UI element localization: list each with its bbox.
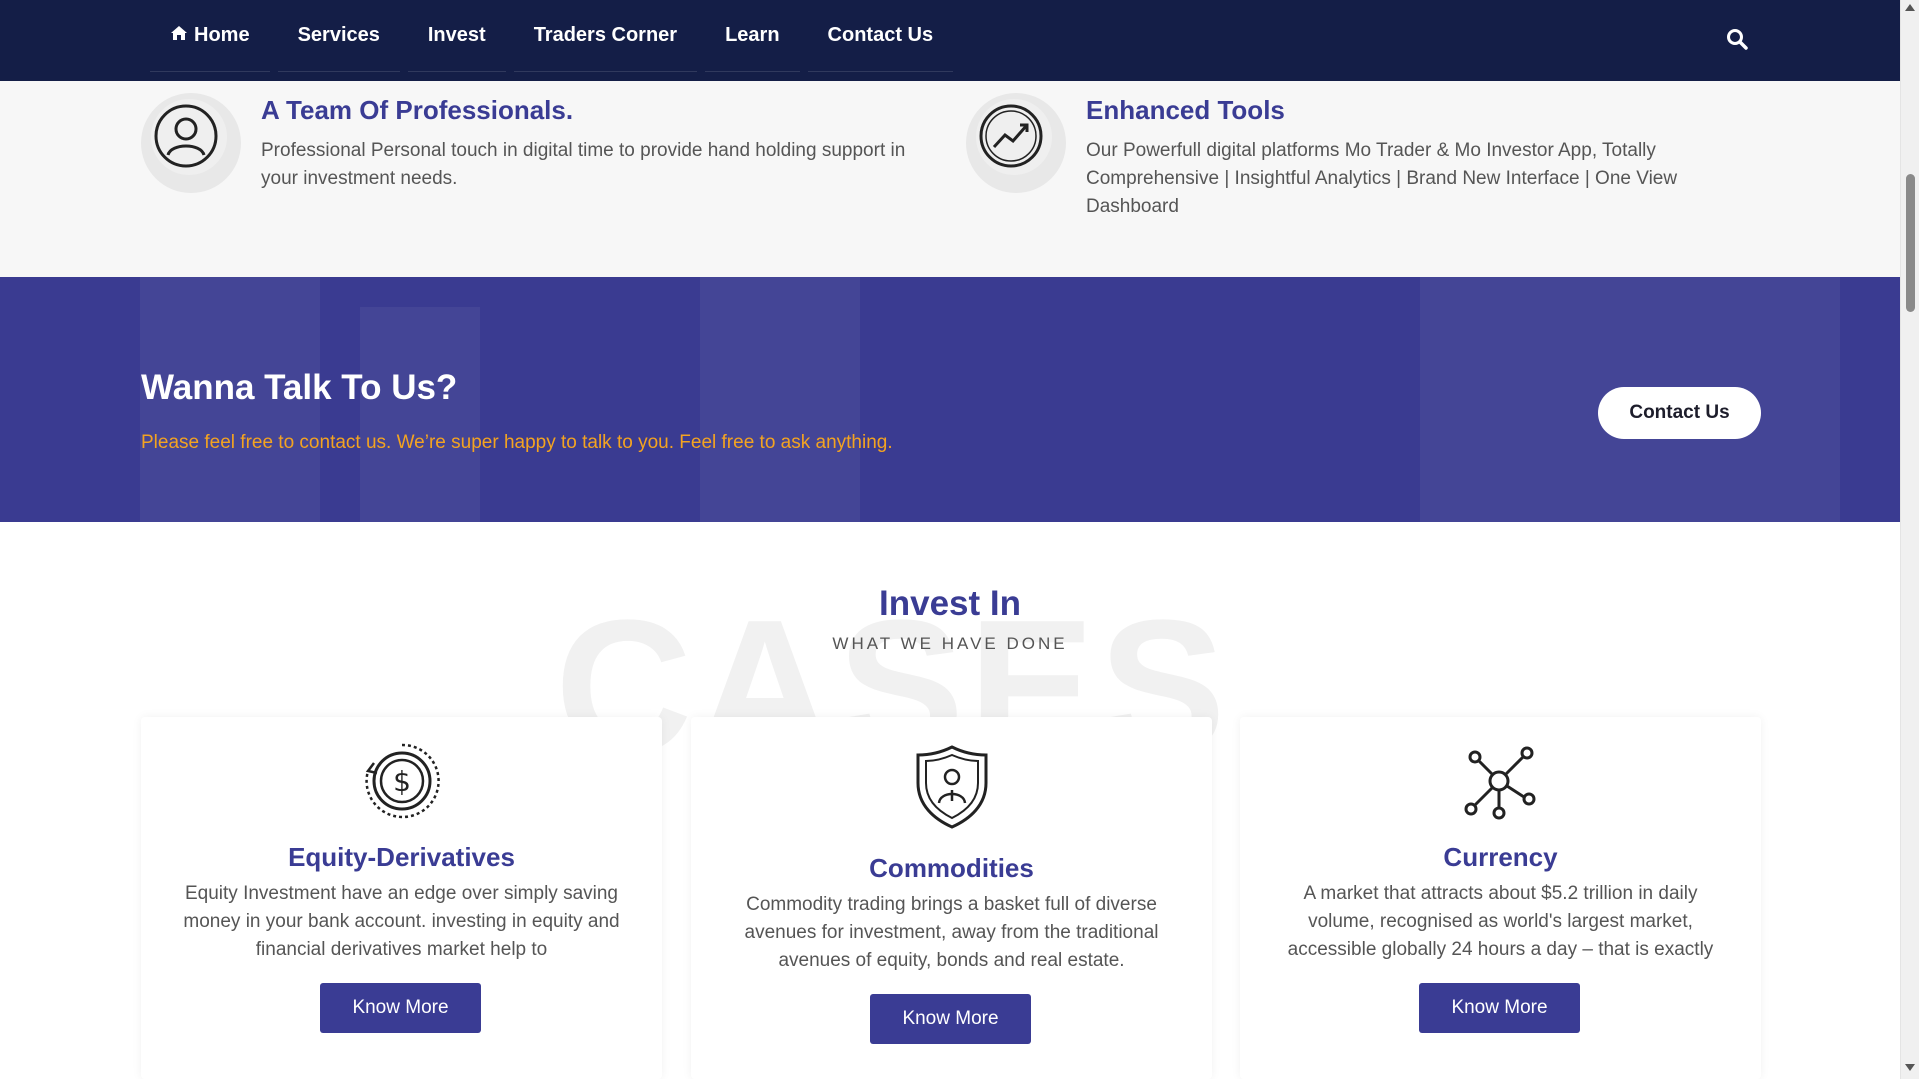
nav-item-label: Learn [725, 24, 780, 46]
card-title: Equity-Derivatives [288, 842, 515, 872]
nav-item-home[interactable]: Home [150, 0, 270, 72]
feature-icon-circle [966, 93, 1066, 193]
page-scrollbar[interactable] [1900, 0, 1919, 1079]
nav-item-invest[interactable]: Invest [407, 0, 506, 72]
card-title: Commodities [869, 853, 1034, 883]
user-icon [154, 104, 218, 168]
nav-item-label: Services [297, 24, 380, 46]
home-icon [170, 25, 188, 46]
nav-item-label: Invest [427, 24, 486, 46]
scroll-down-arrow-icon[interactable] [1905, 1064, 1915, 1071]
dollar-coin-icon: $ [141, 741, 662, 821]
nav-item-label: Home [194, 24, 250, 46]
card-description: Commodity trading brings a basket full o… [744, 894, 1159, 971]
section-title: Invest In [879, 584, 1021, 623]
nav-item-label: Traders Corner [533, 24, 678, 46]
know-more-button[interactable]: Know More [320, 983, 481, 1033]
invest-card-currency: Currency A market that attracts about $5… [1240, 717, 1761, 1079]
card-description: A market that attracts about $5.2 trilli… [1287, 883, 1714, 960]
svg-text:$: $ [393, 765, 411, 798]
invest-card-commodities: Commodities Commodity trading brings a b… [691, 717, 1212, 1079]
cta-title: Wanna Talk To Us? [141, 368, 458, 407]
scroll-up-arrow-icon[interactable] [1905, 4, 1915, 11]
feature-icon-circle [141, 93, 241, 193]
contact-us-button[interactable]: Contact Us [1598, 387, 1761, 439]
card-title: Currency [1443, 842, 1558, 872]
top-navbar: Home Services Invest Traders Corner Lear… [0, 0, 1900, 81]
feature-title: A Team Of Professionals. [261, 95, 574, 125]
card-description: Equity Investment have an edge over simp… [183, 883, 620, 960]
scroll-thumb[interactable] [1906, 174, 1915, 312]
feature-title: Enhanced Tools [1086, 95, 1285, 125]
nav-menu: Home Services Invest Traders Corner Lear… [150, 0, 961, 81]
invest-card-equity: $ Equity-Derivatives Equity Investment h… [141, 717, 662, 1079]
nav-item-services[interactable]: Services [277, 0, 400, 72]
know-more-button[interactable]: Know More [870, 994, 1031, 1044]
nav-item-traders-corner[interactable]: Traders Corner [513, 0, 698, 72]
shield-person-icon [691, 743, 1212, 831]
feature-description: Professional Personal touch in digital t… [261, 140, 906, 189]
search-icon[interactable] [1726, 28, 1752, 54]
nav-item-contact-us[interactable]: Contact Us [807, 0, 954, 72]
feature-description: Our Powerfull digital platforms Mo Trade… [1086, 140, 1678, 217]
section-subtitle: WHAT WE HAVE DONE [832, 634, 1068, 653]
invest-section: CASES Invest In WHAT WE HAVE DONE $ Equi… [0, 522, 1900, 1079]
trend-chart-icon [979, 104, 1043, 168]
cta-text: Please feel free to contact us. We’re su… [141, 432, 893, 453]
network-nodes-icon [1240, 743, 1761, 823]
nav-item-learn[interactable]: Learn [705, 0, 800, 72]
know-more-button[interactable]: Know More [1419, 983, 1580, 1033]
features-section: A Team Of Professionals. Professional Pe… [0, 81, 1900, 277]
nav-item-label: Contact Us [827, 24, 934, 46]
contact-cta-banner: Wanna Talk To Us? Please feel free to co… [0, 277, 1900, 522]
